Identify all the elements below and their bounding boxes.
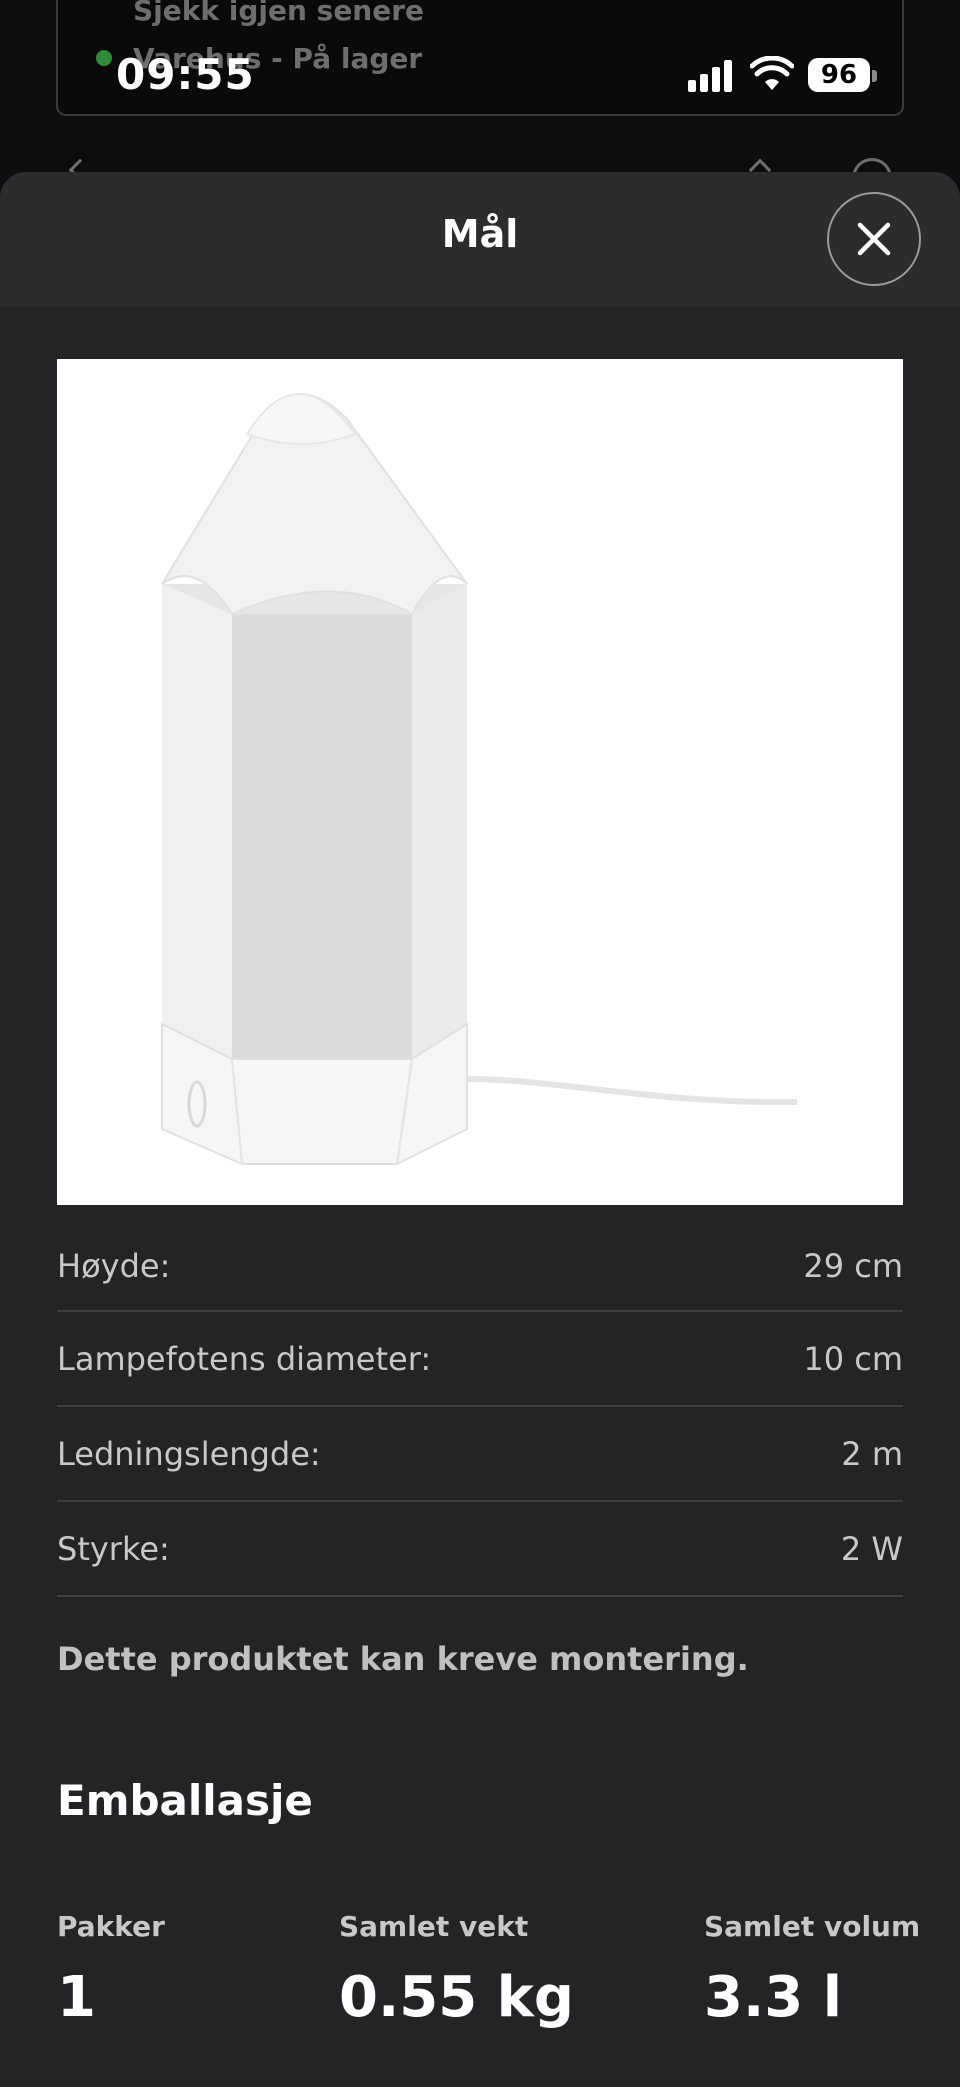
status-bar: 09:55 96 bbox=[0, 0, 960, 120]
packaging-value: 3.3 l bbox=[704, 1965, 842, 2030]
screen: Sjekk igjen senere Varehus - På lager 09… bbox=[0, 0, 960, 2087]
spec-value: 2 W bbox=[840, 1529, 903, 1568]
spec-value: 2 m bbox=[841, 1434, 903, 1473]
status-time: 09:55 bbox=[116, 50, 255, 99]
close-button[interactable] bbox=[827, 192, 921, 286]
packaging-label: Pakker bbox=[57, 1910, 165, 1943]
battery-icon: 96 bbox=[808, 58, 870, 92]
spec-label: Lampefotens diameter: bbox=[57, 1339, 432, 1378]
spec-label: Ledningslengde: bbox=[57, 1434, 321, 1473]
packaging-packages: Pakker 1 bbox=[57, 1910, 165, 2030]
spec-row-power: Styrke: 2 W bbox=[57, 1502, 903, 1597]
dimensions-sheet: Mål Høyde: 29 cm Lampefotens diameter: 1… bbox=[0, 172, 960, 2087]
cellular-signal-icon bbox=[688, 60, 734, 92]
battery-nub bbox=[872, 70, 877, 82]
spec-row-height: Høyde: 29 cm bbox=[57, 1222, 903, 1312]
close-icon bbox=[857, 222, 891, 256]
packaging-total-weight: Samlet vekt 0.55 kg bbox=[339, 1910, 574, 2030]
spec-label: Styrke: bbox=[57, 1529, 170, 1568]
specs-list: Høyde: 29 cm Lampefotens diameter: 10 cm… bbox=[57, 1246, 903, 1597]
pencil-lamp-illustration bbox=[161, 393, 798, 1165]
packaging-title: Emballasje bbox=[57, 1776, 313, 1825]
sheet-title: Mål bbox=[441, 212, 519, 256]
packaging-label: Samlet volum bbox=[704, 1910, 921, 1943]
spec-value: 29 cm bbox=[803, 1247, 903, 1285]
sheet-header: Mål bbox=[0, 172, 960, 306]
product-image bbox=[57, 359, 903, 1205]
spec-row-base-diameter: Lampefotens diameter: 10 cm bbox=[57, 1312, 903, 1407]
spec-value: 10 cm bbox=[803, 1339, 903, 1378]
packaging-label: Samlet vekt bbox=[339, 1910, 529, 1943]
wifi-icon bbox=[750, 56, 794, 90]
packaging-total-volume: Samlet volum 3.3 l bbox=[704, 1910, 920, 2030]
packaging-value: 0.55 kg bbox=[339, 1965, 574, 2030]
packaging-value: 1 bbox=[57, 1965, 96, 2030]
spec-label: Høyde: bbox=[57, 1247, 171, 1285]
assembly-note: Dette produktet kan kreve montering. bbox=[57, 1640, 749, 1678]
spec-row-cord-length: Ledningslengde: 2 m bbox=[57, 1407, 903, 1502]
